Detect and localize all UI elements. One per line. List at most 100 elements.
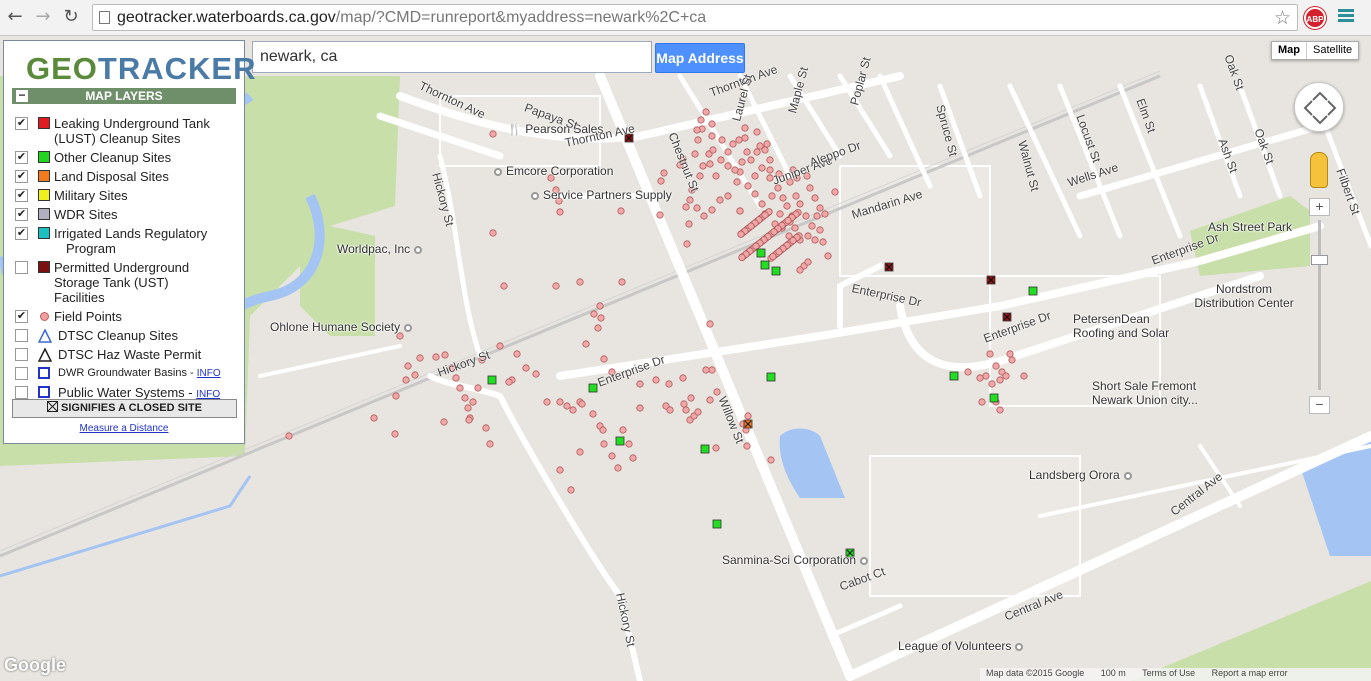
field-point-marker [582,340,590,348]
field-point-marker [737,230,745,238]
layer-checkbox[interactable] [15,386,28,399]
field-point-marker [693,204,701,212]
field-point-marker [766,156,774,164]
field-point-marker [578,400,586,408]
field-point-marker [657,177,665,185]
field-point-marker [589,410,597,418]
reload-icon[interactable]: ↻ [60,6,82,28]
street-view-pegman-icon[interactable] [1310,152,1328,188]
field-point-marker [660,169,668,177]
field-point-marker [804,258,812,266]
field-point-marker [569,406,577,414]
layer-checkbox[interactable]: ✔ [15,151,28,164]
zoom-out-button[interactable]: − [1309,396,1330,414]
field-point-marker [783,202,791,210]
field-point-marker [708,206,716,214]
field-point-marker [712,444,720,452]
field-point-marker [706,160,714,168]
poi-emcore[interactable]: Emcore Corporation [490,164,613,178]
field-point-marker [735,136,743,144]
layer-label: DWR Groundwater Basins - INFO [58,367,221,379]
map-footer: Map data ©2015 Google 100 m Terms of Use… [980,668,1371,681]
field-point-marker [576,448,584,456]
field-point-marker [600,355,608,363]
layer-checkbox[interactable]: ✔ [15,310,28,323]
field-point-marker [694,136,702,144]
field-point-marker [608,452,616,460]
layer-checkbox[interactable] [15,329,28,342]
map-type-satellite-button[interactable]: Satellite [1307,42,1358,59]
field-point-marker [482,424,490,432]
cleanup-site-marker [760,260,770,270]
poi-nordstrom[interactable]: Nordstrom Distribution Center [1194,282,1294,310]
bookmark-star-icon[interactable]: ☆ [1274,7,1291,29]
field-point-marker [416,354,424,362]
map-type-map-button[interactable]: Map [1272,42,1307,59]
layer-checkbox[interactable]: ✔ [15,208,28,221]
field-point-marker [741,134,749,142]
cleanup-site-marker [615,436,625,446]
field-point-marker [804,232,812,240]
field-point-marker [738,158,746,166]
map-type-control: Map Satellite [1271,41,1360,60]
layer-checkbox[interactable]: ✔ [15,170,28,183]
field-point-marker [819,238,827,246]
poi-sanmina[interactable]: Sanmina-Sci Corporation [722,553,872,567]
field-point-marker [717,156,725,164]
layer-checkbox[interactable]: ✔ [15,117,28,130]
poi-petersendean[interactable]: PetersenDean Roofing and Solar [1073,312,1169,340]
field-point-marker [702,366,710,374]
field-point-marker [741,124,749,132]
cleanup-site-marker [949,371,959,381]
forward-arrow-icon[interactable]: → [32,6,54,28]
browser-menu-icon[interactable] [1338,9,1354,23]
cleanup-site-marker [588,383,598,393]
pan-control[interactable] [1294,82,1344,132]
field-point-marker [700,212,708,220]
report-error-link[interactable]: Report a map error [1212,668,1288,678]
field-point-marker [652,376,660,384]
collapse-icon[interactable]: − [16,89,28,102]
field-point-marker [402,376,410,384]
info-link[interactable]: INFO [197,368,221,379]
field-point-marker [802,212,810,220]
field-point-marker [718,136,726,144]
poi-worldpac[interactable]: Worldpac, Inc [337,242,426,256]
terms-link[interactable]: Terms of Use [1142,668,1195,678]
address-bar[interactable]: geotracker.waterboards.ca.gov/map/?CMD=r… [92,4,1298,31]
measure-distance-link[interactable]: Measure a Distance [4,423,244,434]
field-point-marker [709,146,717,154]
field-point-marker [597,314,605,322]
poi-league-volunteers[interactable]: League of Volunteers [898,639,1027,653]
field-point-marker [679,374,687,382]
adblock-extension-icon[interactable]: ABP [1304,7,1326,29]
zoom-in-button[interactable]: + [1309,198,1330,216]
field-point-marker [743,442,751,450]
field-point-marker [779,194,787,202]
field-point-marker [556,466,564,474]
address-search-input[interactable] [252,41,652,73]
poi-landsberg-orora[interactable]: Landsberg Orora [1029,468,1136,482]
closed-site-icon [46,401,58,412]
poi-short-sale[interactable]: Short Sale Fremont Newark Union city... [1092,379,1198,407]
browser-toolbar: ← → ↻ geotracker.waterboards.ca.gov/map/… [0,0,1371,36]
poi-service-partners[interactable]: Service Partners Supply [527,188,672,202]
zoom-slider-handle[interactable] [1311,255,1328,265]
field-point-marker [489,229,497,237]
field-point-marker [743,148,751,156]
scale-bar[interactable]: 100 m [1101,668,1126,678]
field-point-marker [776,210,784,218]
layer-checkbox[interactable]: ✔ [15,227,28,240]
layer-checkbox[interactable]: ✔ [15,189,28,202]
layer-checkbox[interactable] [15,348,28,361]
map-address-button[interactable]: Map Address [655,43,745,73]
back-arrow-icon[interactable]: ← [4,6,26,28]
layer-symbol-icon [38,117,50,129]
field-point-marker [769,253,777,261]
zoom-track[interactable] [1318,220,1321,390]
poi-ash-street-park[interactable]: Ash Street Park [1208,220,1292,234]
layer-checkbox[interactable] [15,367,28,380]
field-point-marker [596,302,604,310]
layer-checkbox[interactable] [15,261,28,274]
poi-ohlone-humane[interactable]: Ohlone Humane Society [270,320,416,334]
